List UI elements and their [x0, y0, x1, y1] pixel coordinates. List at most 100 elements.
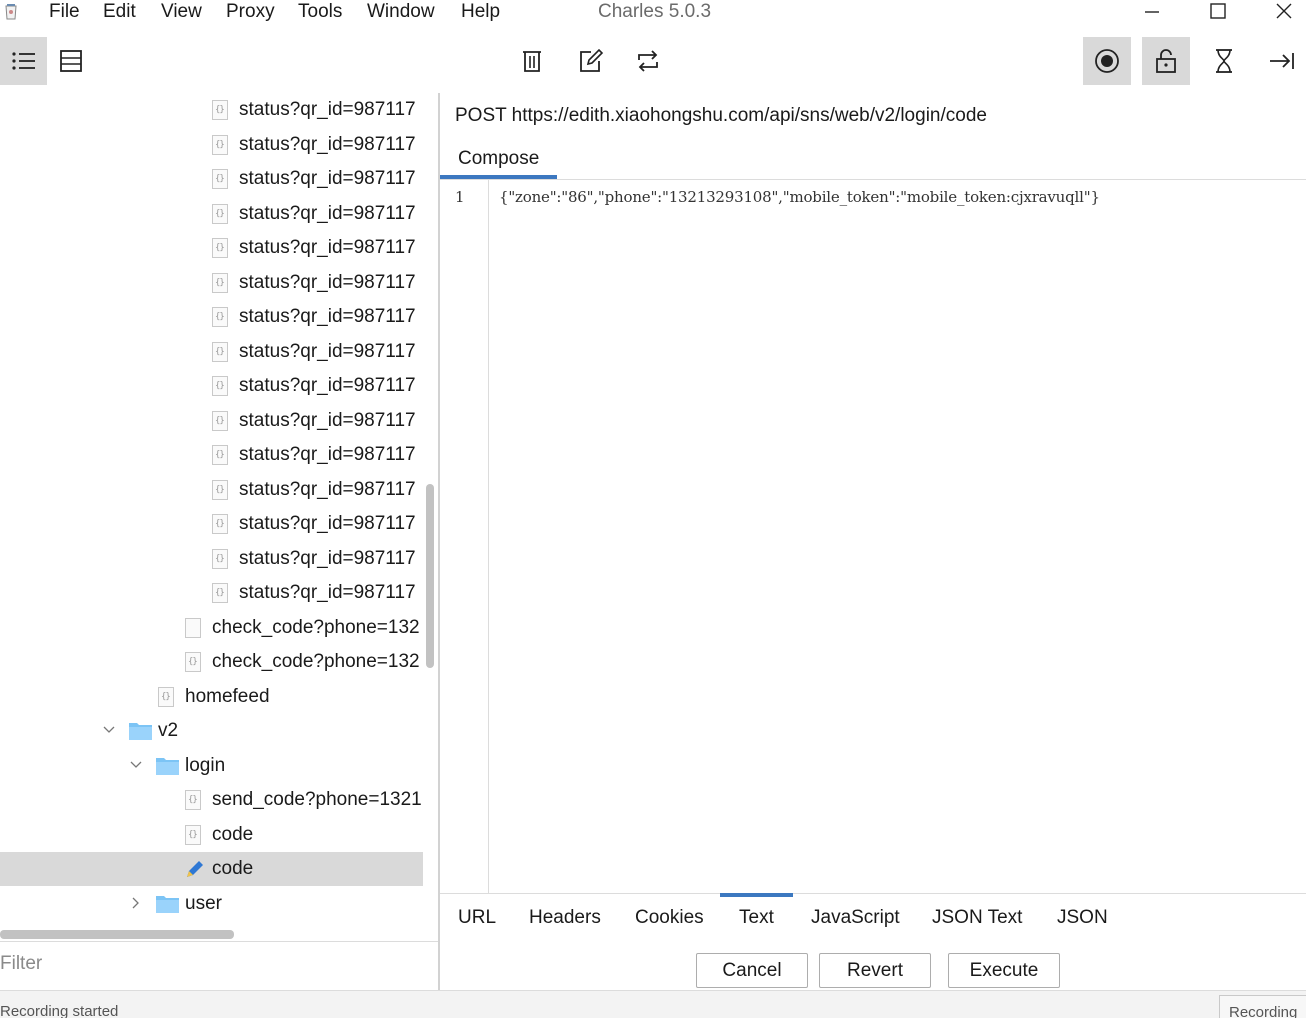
tree-row-status[interactable]: {} status?qr_id=987117	[0, 128, 423, 162]
json-file-icon: {}	[212, 548, 228, 569]
tree-row-status[interactable]: {} status?qr_id=987117	[0, 473, 423, 507]
tree-row-status[interactable]: {} status?qr_id=987117	[0, 576, 423, 610]
json-file-icon: {}	[158, 686, 174, 707]
throttling-button[interactable]	[1200, 37, 1248, 85]
menu-view[interactable]: View	[161, 0, 202, 24]
clear-session-button[interactable]	[508, 37, 556, 85]
tab-headers[interactable]: Headers	[529, 906, 601, 930]
tree-item-label: status?qr_id=987117	[239, 478, 416, 500]
tab-text[interactable]: Text	[739, 906, 774, 930]
arrow-to-right-icon	[1270, 53, 1294, 69]
close-button[interactable]	[1262, 0, 1306, 26]
tree-row-check-code[interactable]: {} check_code?phone=132	[0, 645, 423, 679]
menu-proxy[interactable]: Proxy	[226, 0, 275, 24]
chevron-down-icon[interactable]	[129, 758, 143, 772]
record-button[interactable]	[1083, 37, 1131, 85]
minimize-icon	[1145, 11, 1159, 13]
blank-file-icon	[185, 617, 201, 638]
tree-row-status[interactable]: {} status?qr_id=987117	[0, 438, 423, 472]
tree-folder-label: login	[185, 754, 226, 776]
status-message: Recording started	[0, 1003, 119, 1018]
tree-row-status[interactable]: {} status?qr_id=987117	[0, 197, 423, 231]
menu-window[interactable]: Window	[367, 0, 435, 24]
minimize-button[interactable]	[1130, 0, 1174, 26]
ssl-proxying-button[interactable]	[1142, 37, 1190, 85]
menu-tools[interactable]: Tools	[298, 0, 342, 24]
request-body-editor[interactable]: 1 {"zone":"86","phone":"13213293108","mo…	[440, 179, 1306, 894]
recording-indicator-label: Recording	[1229, 1004, 1298, 1018]
tree-row-status[interactable]: {} status?qr_id=987117	[0, 369, 423, 403]
chevron-right-icon[interactable]	[129, 896, 143, 910]
tree-row-status[interactable]: {} status?qr_id=987117	[0, 266, 423, 300]
revert-button[interactable]: Revert	[819, 953, 931, 988]
tree-row-code-selected[interactable]: code	[0, 852, 423, 886]
tree-row-check-code[interactable]: check_code?phone=132	[0, 611, 423, 645]
maximize-icon	[1210, 3, 1226, 19]
tree-row-status[interactable]: {} status?qr_id=987117	[0, 300, 423, 334]
structure-view-button[interactable]	[0, 37, 47, 85]
folder-icon	[156, 757, 179, 775]
tree-item-label: status?qr_id=987117	[239, 99, 416, 120]
edit-request-button[interactable]	[567, 37, 615, 85]
tab-javascript[interactable]: JavaScript	[811, 906, 900, 930]
tree-row-status[interactable]: {} status?qr_id=987117	[0, 93, 423, 127]
line-number-gutter: 1	[440, 180, 489, 894]
breakpoints-button[interactable]	[1258, 37, 1306, 85]
tree-item-label: status?qr_id=987117	[239, 237, 416, 258]
maximize-button[interactable]	[1196, 0, 1240, 26]
tree-folder-label: user	[185, 892, 222, 914]
tree-row-code[interactable]: {} code	[0, 818, 423, 852]
active-tab-underline	[720, 893, 793, 897]
status-bar: Recording started Recording	[0, 990, 1306, 1018]
tree-folder-v2[interactable]: v2	[0, 714, 423, 748]
tab-json-text[interactable]: JSON Text	[932, 906, 1022, 930]
json-file-icon: {}	[212, 583, 228, 603]
tab-compose[interactable]: Compose	[440, 145, 557, 179]
tree-row-status[interactable]: {} status?qr_id=987117	[0, 231, 423, 265]
request-body-text[interactable]: {"zone":"86","phone":"13213293108","mobi…	[499, 188, 1100, 206]
execute-button[interactable]: Execute	[948, 953, 1060, 988]
recording-indicator[interactable]: Recording	[1219, 995, 1306, 1018]
tree-row-status[interactable]: {} status?qr_id=987117	[0, 507, 423, 541]
tree-row-send-code[interactable]: {} send_code?phone=1321	[0, 783, 423, 817]
body-view-tabs: URL Headers Cookies Text JavaScript JSON…	[440, 893, 1306, 941]
json-file-icon: {}	[212, 272, 228, 293]
tab-url[interactable]: URL	[458, 906, 496, 930]
chevron-down-icon[interactable]	[102, 723, 116, 737]
tab-compose-label: Compose	[458, 148, 540, 169]
tree-row-status[interactable]: {} status?qr_id=987117	[0, 335, 423, 369]
menu-help[interactable]: Help	[461, 0, 500, 24]
sequence-view-button[interactable]	[47, 37, 95, 85]
menu-edit[interactable]: Edit	[103, 0, 136, 24]
json-file-icon: {}	[185, 824, 201, 845]
tab-cookies[interactable]: Cookies	[635, 906, 704, 930]
tree-row-homefeed[interactable]: {} homefeed	[0, 680, 423, 714]
json-file-icon: {}	[212, 341, 228, 362]
unlock-icon	[1156, 49, 1176, 73]
list-tree-icon	[11, 52, 35, 70]
tree-item-label: code	[212, 823, 254, 845]
tree-row-status[interactable]: {} status?qr_id=987117	[0, 542, 423, 576]
repeat-button[interactable]	[624, 37, 672, 85]
cancel-button[interactable]: Cancel	[696, 953, 808, 988]
tree-row-status[interactable]: {} status?qr_id=987117	[0, 404, 423, 438]
json-file-icon: {}	[212, 376, 228, 396]
tree-folder-login[interactable]: login	[0, 749, 423, 783]
json-file-icon: {}	[212, 445, 228, 465]
tree-item-label: code	[212, 858, 254, 879]
filter-input[interactable]: Filter	[0, 952, 42, 976]
tree-item-label: status?qr_id=987117	[239, 547, 416, 569]
charles-app-icon	[5, 4, 17, 20]
tree-item-label: send_code?phone=1321	[212, 789, 422, 810]
tree-item-label: status?qr_id=987117	[239, 375, 416, 396]
structure-tree: {} status?qr_id=987117 {} status?qr_id=9871…	[0, 93, 438, 941]
tree-vertical-scrollbar[interactable]	[426, 484, 434, 668]
tree-folder-user[interactable]: user	[0, 887, 423, 921]
json-file-icon: {}	[212, 100, 228, 120]
menu-file[interactable]: File	[49, 0, 80, 24]
tree-row-status[interactable]: {} status?qr_id=987117	[0, 162, 423, 196]
tree-horizontal-scrollbar[interactable]	[0, 930, 234, 939]
table-rows-icon	[60, 50, 82, 72]
tab-json[interactable]: JSON	[1057, 906, 1108, 930]
tree-item-label: status?qr_id=987117	[239, 133, 416, 155]
